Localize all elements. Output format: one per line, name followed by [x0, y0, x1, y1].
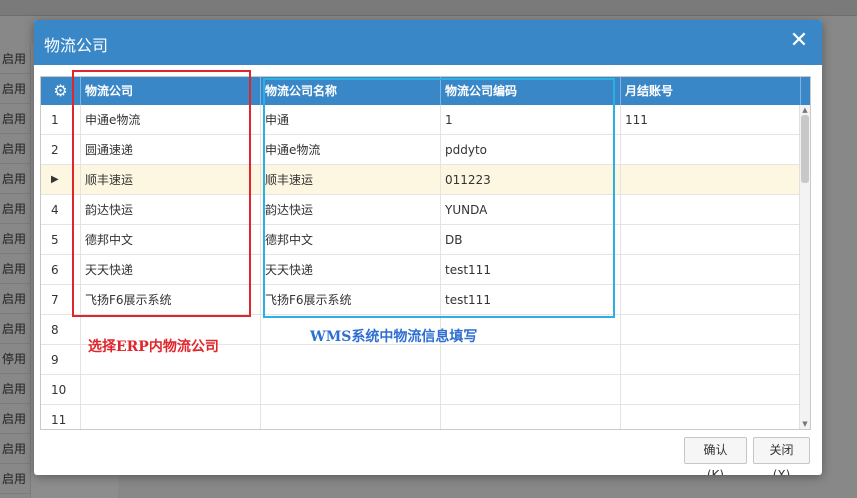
table-row[interactable]: 10: [41, 375, 801, 405]
cell-monthly-account[interactable]: [621, 285, 801, 315]
background-toolbar: [0, 0, 857, 16]
background-status-label: 启用: [0, 374, 30, 404]
logistics-company-dialog: 物流公司 ✕ ⚙ 物流公司 物流公司名称 物流公司编码 月结账号 1 申通e物流申…: [34, 20, 822, 475]
cell-company-code[interactable]: [441, 405, 621, 429]
cell-company-name[interactable]: [261, 375, 441, 405]
background-status-label: 启用: [0, 224, 30, 254]
background-status-column: 启用 启用 启用 启用 启用 启用 启用 启用 启用 启用 停用 启用 启用 启用 启用: [0, 44, 30, 494]
background-status-label: 启用: [0, 164, 30, 194]
background-status-label: 启用: [0, 194, 30, 224]
background-status-label: 停用: [0, 344, 30, 374]
column-header-monthly-account[interactable]: 月结账号: [621, 77, 801, 105]
cell-monthly-account[interactable]: 111: [621, 105, 801, 135]
cell-company-code[interactable]: [441, 345, 621, 375]
cell-company-name[interactable]: [261, 405, 441, 429]
cell-monthly-account[interactable]: [621, 345, 801, 375]
cell-monthly-account[interactable]: [621, 405, 801, 429]
scroll-up-icon[interactable]: ▲: [800, 105, 810, 115]
cell-monthly-account[interactable]: [621, 195, 801, 225]
row-number: 9: [41, 345, 81, 375]
cell-monthly-account[interactable]: [621, 135, 801, 165]
background-status-label: 启用: [0, 134, 30, 164]
scroll-down-icon[interactable]: ▼: [800, 419, 810, 429]
grid-scrollbar[interactable]: ▲ ▼: [799, 105, 810, 429]
row-number: 8: [41, 315, 81, 345]
scroll-thumb[interactable]: [801, 115, 809, 183]
background-status-label: 启用: [0, 404, 30, 434]
cell-monthly-account[interactable]: [621, 375, 801, 405]
cell-monthly-account[interactable]: [621, 165, 801, 195]
background-status-label: 启用: [0, 74, 30, 104]
cell-monthly-account[interactable]: [621, 315, 801, 345]
confirm-button[interactable]: 确认(K): [684, 437, 747, 475]
background-status-label: 启用: [0, 44, 30, 74]
background-status-label: 启用: [0, 104, 30, 134]
cell-company[interactable]: [81, 405, 261, 429]
erp-annotation-note: 选择ERP内物流公司: [88, 339, 219, 355]
background-status-label: 启用: [0, 284, 30, 314]
background-status-label: 启用: [0, 434, 30, 464]
wms-annotation-note: WMS系统中物流信息填写: [310, 329, 478, 345]
cell-monthly-account[interactable]: [621, 255, 801, 285]
close-icon[interactable]: ✕: [788, 30, 810, 52]
background-status-label: 启用: [0, 464, 30, 494]
dialog-title: 物流公司: [44, 36, 109, 55]
row-number: 11: [41, 405, 81, 429]
table-row[interactable]: 11: [41, 405, 801, 429]
background-status-label: 启用: [0, 254, 30, 284]
wms-info-highlight-box: [263, 78, 615, 318]
erp-company-highlight-box: [72, 70, 251, 317]
background-status-label: 启用: [0, 314, 30, 344]
cell-company[interactable]: [81, 375, 261, 405]
dialog-header: 物流公司 ✕: [34, 20, 822, 65]
row-number: 10: [41, 375, 81, 405]
close-button[interactable]: 关闭(X): [753, 437, 810, 475]
cell-monthly-account[interactable]: [621, 225, 801, 255]
cell-company-name[interactable]: [261, 345, 441, 375]
cell-company-code[interactable]: [441, 375, 621, 405]
